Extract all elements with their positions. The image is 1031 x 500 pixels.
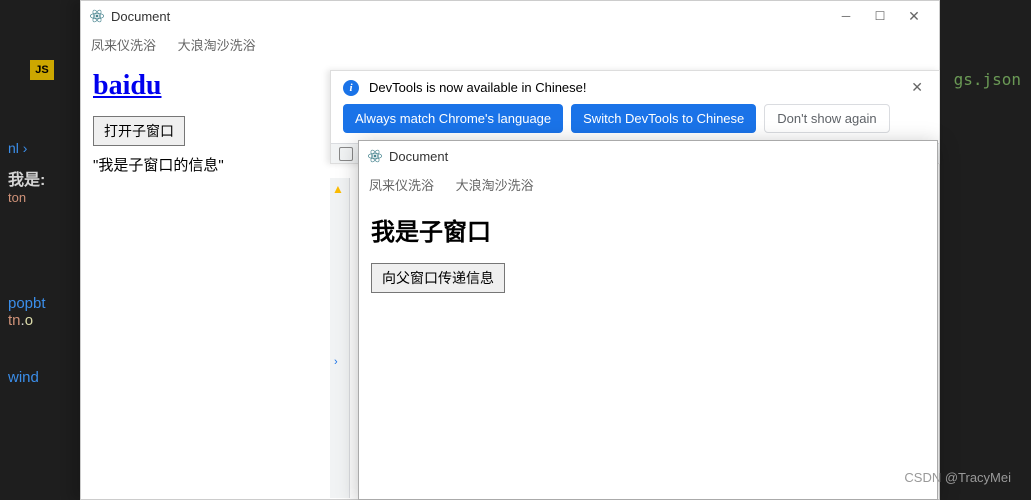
child-titlebar: Document [359, 141, 937, 171]
warning-icon: ▲ [330, 178, 349, 200]
always-match-button[interactable]: Always match Chrome's language [343, 104, 563, 133]
close-button[interactable]: ✕ [897, 8, 931, 25]
watermark: CSDN @TracyMei [904, 470, 1011, 485]
child-menu-item-1[interactable]: 凤来仪洗浴 [369, 178, 434, 193]
bg-text: 我是: [0, 166, 80, 190]
send-to-parent-button[interactable]: 向父窗口传递信息 [371, 263, 505, 293]
main-window-title: Document [111, 9, 170, 24]
dont-show-again-button[interactable]: Don't show again [764, 104, 889, 133]
bg-breadcrumb: nl › [0, 140, 80, 156]
info-icon: i [343, 80, 359, 96]
js-file-icon: JS [30, 60, 54, 80]
menu-item-2[interactable]: 大浪淘沙洗浴 [178, 38, 256, 53]
bg-text: ton [0, 190, 80, 205]
devtools-sidebar: ▲ › [330, 178, 350, 498]
devtools-inspect-icon[interactable] [339, 147, 353, 161]
child-app-window: Document 凤来仪洗浴 大浪淘沙洗浴 我是子窗口 向父窗口传递信息 [358, 140, 938, 500]
baidu-link[interactable]: baidu [93, 70, 162, 102]
open-child-button[interactable]: 打开子窗口 [93, 116, 185, 146]
bg-text: wind [0, 369, 80, 386]
maximize-button[interactable]: ☐ [863, 9, 897, 23]
child-content: 我是子窗口 向父窗口传递信息 [359, 204, 937, 301]
minimize-button[interactable]: ─ [829, 9, 863, 23]
chevron-right-icon[interactable]: › [334, 356, 338, 368]
devtools-info-text: DevTools is now available in Chinese! [369, 80, 587, 95]
switch-to-chinese-button[interactable]: Switch DevTools to Chinese [571, 104, 756, 133]
child-menu-item-2[interactable]: 大浪淘沙洗浴 [456, 178, 534, 193]
electron-icon [89, 8, 105, 24]
electron-icon [367, 148, 383, 164]
main-menubar: 凤来仪洗浴 大浪淘沙洗浴 [81, 31, 939, 62]
bg-right-file: gs.json [954, 70, 1021, 89]
bg-text: tn.o [0, 312, 80, 329]
banner-close-icon[interactable]: ✕ [907, 79, 927, 96]
main-titlebar: Document ─ ☐ ✕ [81, 1, 939, 31]
child-window-heading: 我是子窗口 [371, 212, 925, 247]
child-window-title: Document [389, 149, 448, 164]
background-editor: JS nl › 我是: ton popbt tn.o wind [0, 0, 80, 500]
menu-item-1[interactable]: 凤来仪洗浴 [91, 38, 156, 53]
bg-text: popbt [0, 295, 80, 312]
child-menubar: 凤来仪洗浴 大浪淘沙洗浴 [359, 171, 937, 204]
